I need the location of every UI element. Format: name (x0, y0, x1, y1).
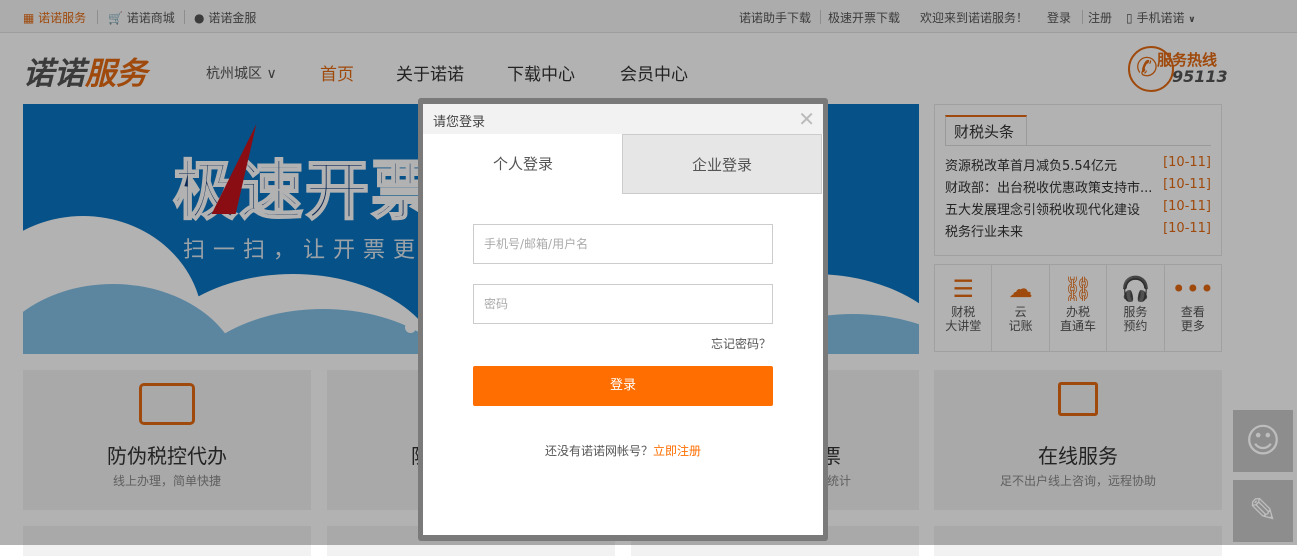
close-icon[interactable]: ✕ (798, 107, 815, 131)
modal-title: 请您登录 (433, 115, 486, 130)
forgot-password-link[interactable]: 忘记密码？ (711, 335, 771, 352)
username-input[interactable] (473, 224, 773, 264)
modal-header: 请您登录 ✕ (423, 104, 823, 134)
tab-enterprise-login[interactable]: 企业登录 (622, 134, 822, 194)
register-prompt: 还没有诺诺网帐号？立即注册 (423, 442, 823, 459)
customer-service-icon[interactable]: ☺ (1233, 410, 1293, 472)
feedback-pencil-icon[interactable]: ✎ (1233, 480, 1293, 542)
login-modal: 请您登录 ✕ 个人登录 企业登录 忘记密码？ 登录 还没有诺诺网帐号？立即注册 (423, 104, 823, 535)
login-submit-button[interactable]: 登录 (473, 366, 773, 406)
tab-personal-login[interactable]: 个人登录 (423, 134, 623, 194)
password-input[interactable] (473, 284, 773, 324)
register-now-link[interactable]: 立即注册 (653, 444, 701, 458)
no-account-text: 还没有诺诺网帐号？ (544, 444, 653, 458)
